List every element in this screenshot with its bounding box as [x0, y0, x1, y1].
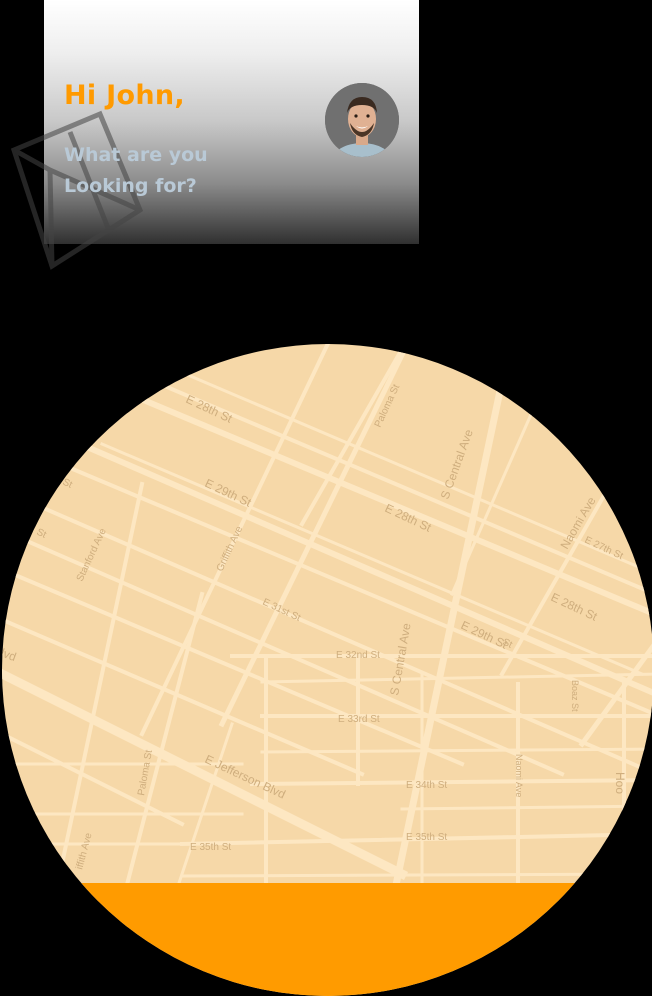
map-label: St — [61, 477, 74, 491]
map-label: E 35th St — [406, 832, 447, 843]
search-prompt: What are you Looking for? — [64, 140, 264, 202]
map-label: E 35th St — [190, 842, 231, 853]
subtitle-line-2: Looking for? — [64, 175, 197, 197]
map-view[interactable]: E 28th St Paloma St S Central Ave E 29th… — [2, 344, 652, 996]
bottom-panel[interactable] — [2, 883, 652, 996]
greeting-title: Hi John, — [64, 80, 185, 111]
map-label: E 28th St — [383, 501, 434, 535]
map-label: E 34th St — [406, 780, 447, 791]
avatar[interactable] — [325, 83, 399, 157]
map-label: E 27th St — [583, 535, 625, 562]
map-label: lvd — [2, 646, 18, 664]
map-label: iffith Ave — [74, 831, 94, 870]
map-label: E 32nd St — [336, 650, 380, 661]
map-label: St — [35, 527, 48, 541]
map-label: E 33rd St — [338, 714, 380, 725]
map-label: Boaz St — [570, 680, 580, 712]
map-label: Naomi Ave — [514, 754, 524, 797]
subtitle-line-1: What are you — [64, 144, 208, 166]
map-label: E 29th St — [203, 476, 254, 510]
map-label: Hoo — [613, 772, 627, 794]
user-portrait-icon — [325, 83, 399, 157]
map-label: E 28th St — [549, 590, 600, 624]
